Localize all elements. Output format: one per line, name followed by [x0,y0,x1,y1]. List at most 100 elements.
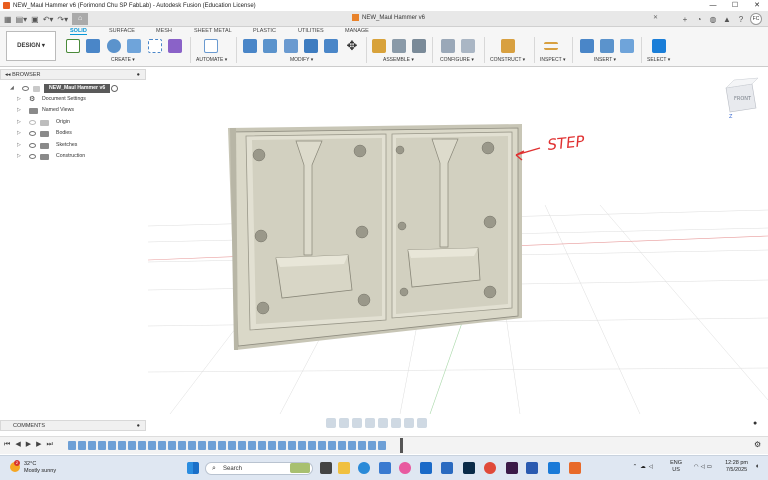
edge-icon[interactable] [358,462,370,474]
move-icon[interactable]: ✥ [345,39,359,53]
notifications-icon[interactable]: ▲ [722,15,732,24]
visibility-eye-icon[interactable] [29,143,36,148]
timeline-feature[interactable] [118,441,126,450]
automate-group-label[interactable]: AUTOMATE ▾ [196,57,227,63]
timeline-feature[interactable] [208,441,216,450]
tab-solid[interactable]: SOLID [70,28,87,35]
go-to-end-icon[interactable]: ⏭ [46,440,52,450]
add-comment-icon[interactable]: ● [137,421,140,431]
word-icon[interactable] [526,462,538,474]
clock[interactable]: 12:28 pm 7/5/2025 [725,460,748,474]
tree-item-document-settings[interactable]: ▷ ⚙ Document Settings [0,94,146,105]
tree-item-construction[interactable]: ▷ Construction [0,151,146,162]
timeline-feature[interactable] [278,441,286,450]
home-icon[interactable]: ⌂ [72,13,89,25]
expand-arrow-icon[interactable]: ▷ [17,94,21,105]
timeline-feature[interactable] [328,441,336,450]
timeline-feature[interactable] [158,441,166,450]
as-built-joint-icon[interactable] [412,39,426,53]
tree-root[interactable]: ◢ NEW_Maul Hammer v6 [0,83,146,94]
fusion-taskbar-icon[interactable] [569,462,581,474]
help-circle-icon[interactable]: ● [753,420,757,427]
display-settings-icon[interactable] [391,418,401,428]
timeline-feature[interactable] [148,441,156,450]
grid-settings-icon[interactable] [404,418,414,428]
hole-icon[interactable] [127,39,141,53]
revolve-icon[interactable] [107,39,121,53]
measure-icon[interactable] [544,42,558,50]
file-menu-icon[interactable]: ▤▾ [16,15,28,24]
timeline-feature[interactable] [138,441,146,450]
expand-arrow-icon[interactable]: ▷ [17,151,21,162]
tree-item-origin[interactable]: ▷ Origin [0,117,146,128]
timeline-feature[interactable] [318,441,326,450]
new-tab-icon[interactable]: + [680,15,690,24]
expand-arrow-icon[interactable]: ▷ [17,105,21,116]
new-component-assemble-icon[interactable] [372,39,386,53]
close-tab-icon[interactable]: ✕ [653,14,658,21]
save-icon[interactable]: ▣ [31,15,39,24]
new-component-icon[interactable] [168,39,182,53]
tray-icons[interactable]: ⌃☁◁ [633,464,656,470]
timeline-feature[interactable] [288,441,296,450]
expand-arrow-icon[interactable]: ▷ [17,117,21,128]
configure-icon[interactable] [441,39,455,53]
go-to-start-icon[interactable]: ⏮ [4,440,10,450]
tab-surface[interactable]: SURFACE [109,28,135,34]
network-volume-icons[interactable]: ◠◁▭ [694,464,714,470]
insert-mesh-icon[interactable] [600,39,614,53]
timeline-feature[interactable] [248,441,256,450]
document-tab[interactable]: NEW_Maul Hammer v6 ✕ [352,14,658,21]
pattern-icon[interactable] [148,39,162,53]
maximize-button[interactable]: ☐ [724,0,746,11]
timeline-feature[interactable] [368,441,376,450]
online-icon[interactable]: ◍ [708,15,718,24]
timeline-feature[interactable] [78,441,86,450]
timeline-feature[interactable] [258,441,266,450]
browser-header[interactable]: ◂◂ BROWSER ● [0,69,146,80]
task-view-icon[interactable] [320,462,332,474]
zoom-icon[interactable] [365,418,375,428]
comments-panel-header[interactable]: COMMENTS ● [0,420,146,431]
timeline-feature[interactable] [348,441,356,450]
timeline-feature[interactable] [238,441,246,450]
offset-plane-icon[interactable] [501,39,515,53]
timeline-feature[interactable] [98,441,106,450]
search-highlight-icon[interactable] [290,463,310,473]
expand-arrow-icon[interactable]: ▷ [17,140,21,151]
timeline-feature[interactable] [188,441,196,450]
photos-icon[interactable] [399,462,411,474]
viewcube[interactable]: FRONT Z [725,77,759,120]
timeline-feature[interactable] [298,441,306,450]
step-back-icon[interactable]: ◀ [15,440,20,450]
user-avatar[interactable]: FC [750,13,762,25]
combine-icon[interactable] [324,39,338,53]
create-group-label[interactable]: CREATE ▾ [111,57,135,63]
automate-icon[interactable] [204,39,218,53]
collapse-browser-icon[interactable]: ◂◂ [5,72,12,78]
construct-group-label[interactable]: CONSTRUCT ▾ [490,57,525,63]
visibility-eye-icon[interactable] [22,86,29,91]
tab-plastic[interactable]: PLASTIC [253,28,276,34]
inspect-group-label[interactable]: INSPECT ▾ [540,57,565,63]
tree-item-named-views[interactable]: ▷ Named Views [0,105,146,116]
press-pull-icon[interactable] [243,39,257,53]
visibility-eye-icon[interactable] [29,154,36,159]
language-indicator[interactable]: ENG US [670,460,682,474]
play-icon[interactable]: ▶ [26,440,31,450]
undo-icon[interactable]: ↶▾ [43,15,54,24]
create-sketch-icon[interactable] [66,39,80,53]
pin-icon[interactable]: ● [137,70,140,80]
viewports-icon[interactable] [417,418,427,428]
timeline-feature[interactable] [338,441,346,450]
timeline-feature[interactable] [178,441,186,450]
canvas-viewport[interactable]: STEP FRONT Z [148,68,768,414]
chrome-icon[interactable] [484,462,496,474]
modify-group-label[interactable]: MODIFY ▾ [290,57,313,63]
insert-canvas-icon[interactable] [620,39,634,53]
look-at-icon[interactable] [339,418,349,428]
timeline-feature[interactable] [358,441,366,450]
timeline-feature[interactable] [68,441,76,450]
timeline-settings-icon[interactable]: ⚙ [754,440,761,449]
visibility-eye-icon[interactable] [29,120,36,125]
